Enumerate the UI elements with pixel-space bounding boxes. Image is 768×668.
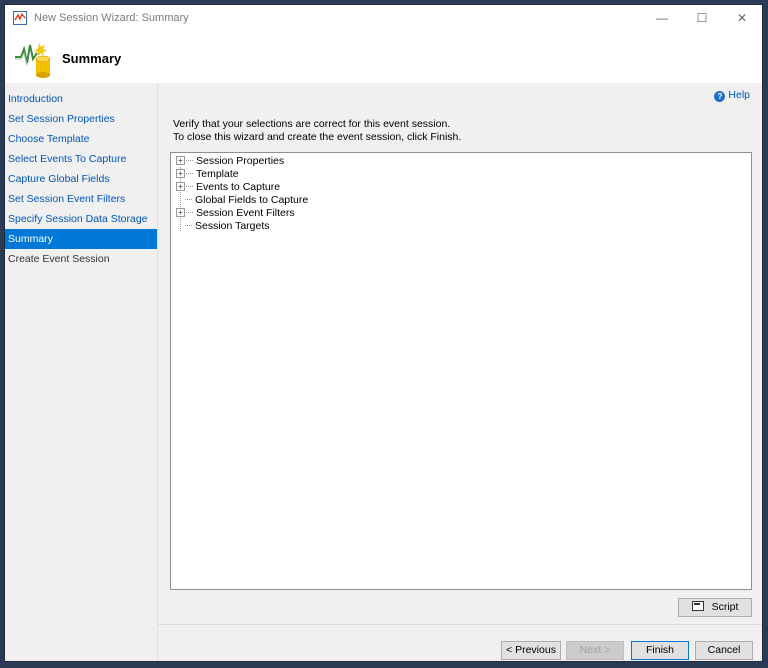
- sidebar-item-choose-template[interactable]: Choose Template: [5, 129, 157, 149]
- script-label: Script: [711, 601, 739, 613]
- sidebar-item-specify-data-storage[interactable]: Specify Session Data Storage: [5, 209, 157, 229]
- tree-node-label: Template: [196, 168, 239, 180]
- previous-button[interactable]: < Previous: [501, 641, 561, 660]
- minimize-button[interactable]: —: [642, 5, 682, 31]
- tree-node-session-event-filters[interactable]: + Session Event Filters: [176, 207, 295, 220]
- tree-branch-line: [186, 173, 193, 174]
- sidebar-item-select-events[interactable]: Select Events To Capture: [5, 149, 157, 169]
- summary-content: ? Help Verify that your selections are co…: [157, 83, 762, 661]
- cancel-button[interactable]: Cancel: [695, 641, 753, 660]
- tree-branch-line: [186, 186, 193, 187]
- tree-node-label: Session Properties: [196, 155, 285, 167]
- tree-branch-line: [185, 225, 192, 226]
- tree-branch-line: [186, 160, 193, 161]
- tree-branch-line: [185, 199, 192, 200]
- expand-icon[interactable]: +: [176, 182, 185, 191]
- footer-divider: [158, 624, 762, 625]
- instructions: Verify that your selections are correct …: [173, 118, 461, 144]
- wizard-window: New Session Wizard: Summary — ☐ ✕ Summar…: [4, 4, 763, 662]
- sidebar-item-set-session-properties[interactable]: Set Session Properties: [5, 109, 157, 129]
- wizard-header: Summary: [5, 31, 762, 83]
- script-icon: [691, 601, 704, 611]
- tree-node-session-properties[interactable]: + Session Properties: [176, 155, 284, 168]
- instruction-line-2: To close this wizard and create the even…: [173, 131, 462, 143]
- tree-node-global-fields[interactable]: Global Fields to Capture: [185, 194, 308, 207]
- expand-icon[interactable]: +: [176, 169, 185, 178]
- tree-node-label: Events to Capture: [196, 181, 281, 193]
- close-button[interactable]: ✕: [722, 5, 762, 31]
- title-bar: New Session Wizard: Summary — ☐ ✕: [5, 5, 762, 31]
- finish-button[interactable]: Finish: [631, 641, 689, 660]
- tree-branch-line: [186, 212, 193, 213]
- expand-icon[interactable]: +: [176, 156, 185, 165]
- session-wizard-icon: [15, 43, 51, 78]
- tree-node-label: Global Fields to Capture: [195, 194, 309, 206]
- sidebar-item-introduction[interactable]: Introduction: [5, 89, 157, 109]
- tree-node-template[interactable]: + Template: [176, 168, 239, 181]
- sidebar-item-create-event-session: Create Event Session: [8, 253, 110, 265]
- wizard-steps-sidebar: Introduction Set Session Properties Choo…: [5, 83, 157, 661]
- script-button[interactable]: Script: [678, 598, 752, 617]
- tree-node-label: Session Event Filters: [196, 207, 295, 219]
- sidebar-item-capture-global-fields[interactable]: Capture Global Fields: [5, 169, 157, 189]
- help-link[interactable]: ? Help: [714, 89, 750, 102]
- help-label: Help: [728, 89, 750, 101]
- maximize-button[interactable]: ☐: [682, 5, 722, 31]
- help-icon: ?: [714, 91, 726, 102]
- instruction-line-1: Verify that your selections are correct …: [173, 118, 451, 130]
- tree-node-events-to-capture[interactable]: + Events to Capture: [176, 181, 280, 194]
- window-title: New Session Wizard: Summary: [34, 12, 189, 24]
- sidebar-item-set-event-filters[interactable]: Set Session Event Filters: [5, 189, 157, 209]
- expand-icon[interactable]: +: [176, 208, 185, 217]
- next-button: Next >: [566, 641, 624, 660]
- tree-node-label: Session Targets: [195, 220, 270, 232]
- page-title: Summary: [62, 51, 122, 66]
- sidebar-item-summary[interactable]: Summary: [5, 229, 157, 249]
- summary-tree[interactable]: + Session Properties + Template + Events to…: [170, 152, 752, 590]
- wizard-app-icon: [13, 11, 27, 25]
- tree-node-session-targets[interactable]: Session Targets: [185, 220, 270, 233]
